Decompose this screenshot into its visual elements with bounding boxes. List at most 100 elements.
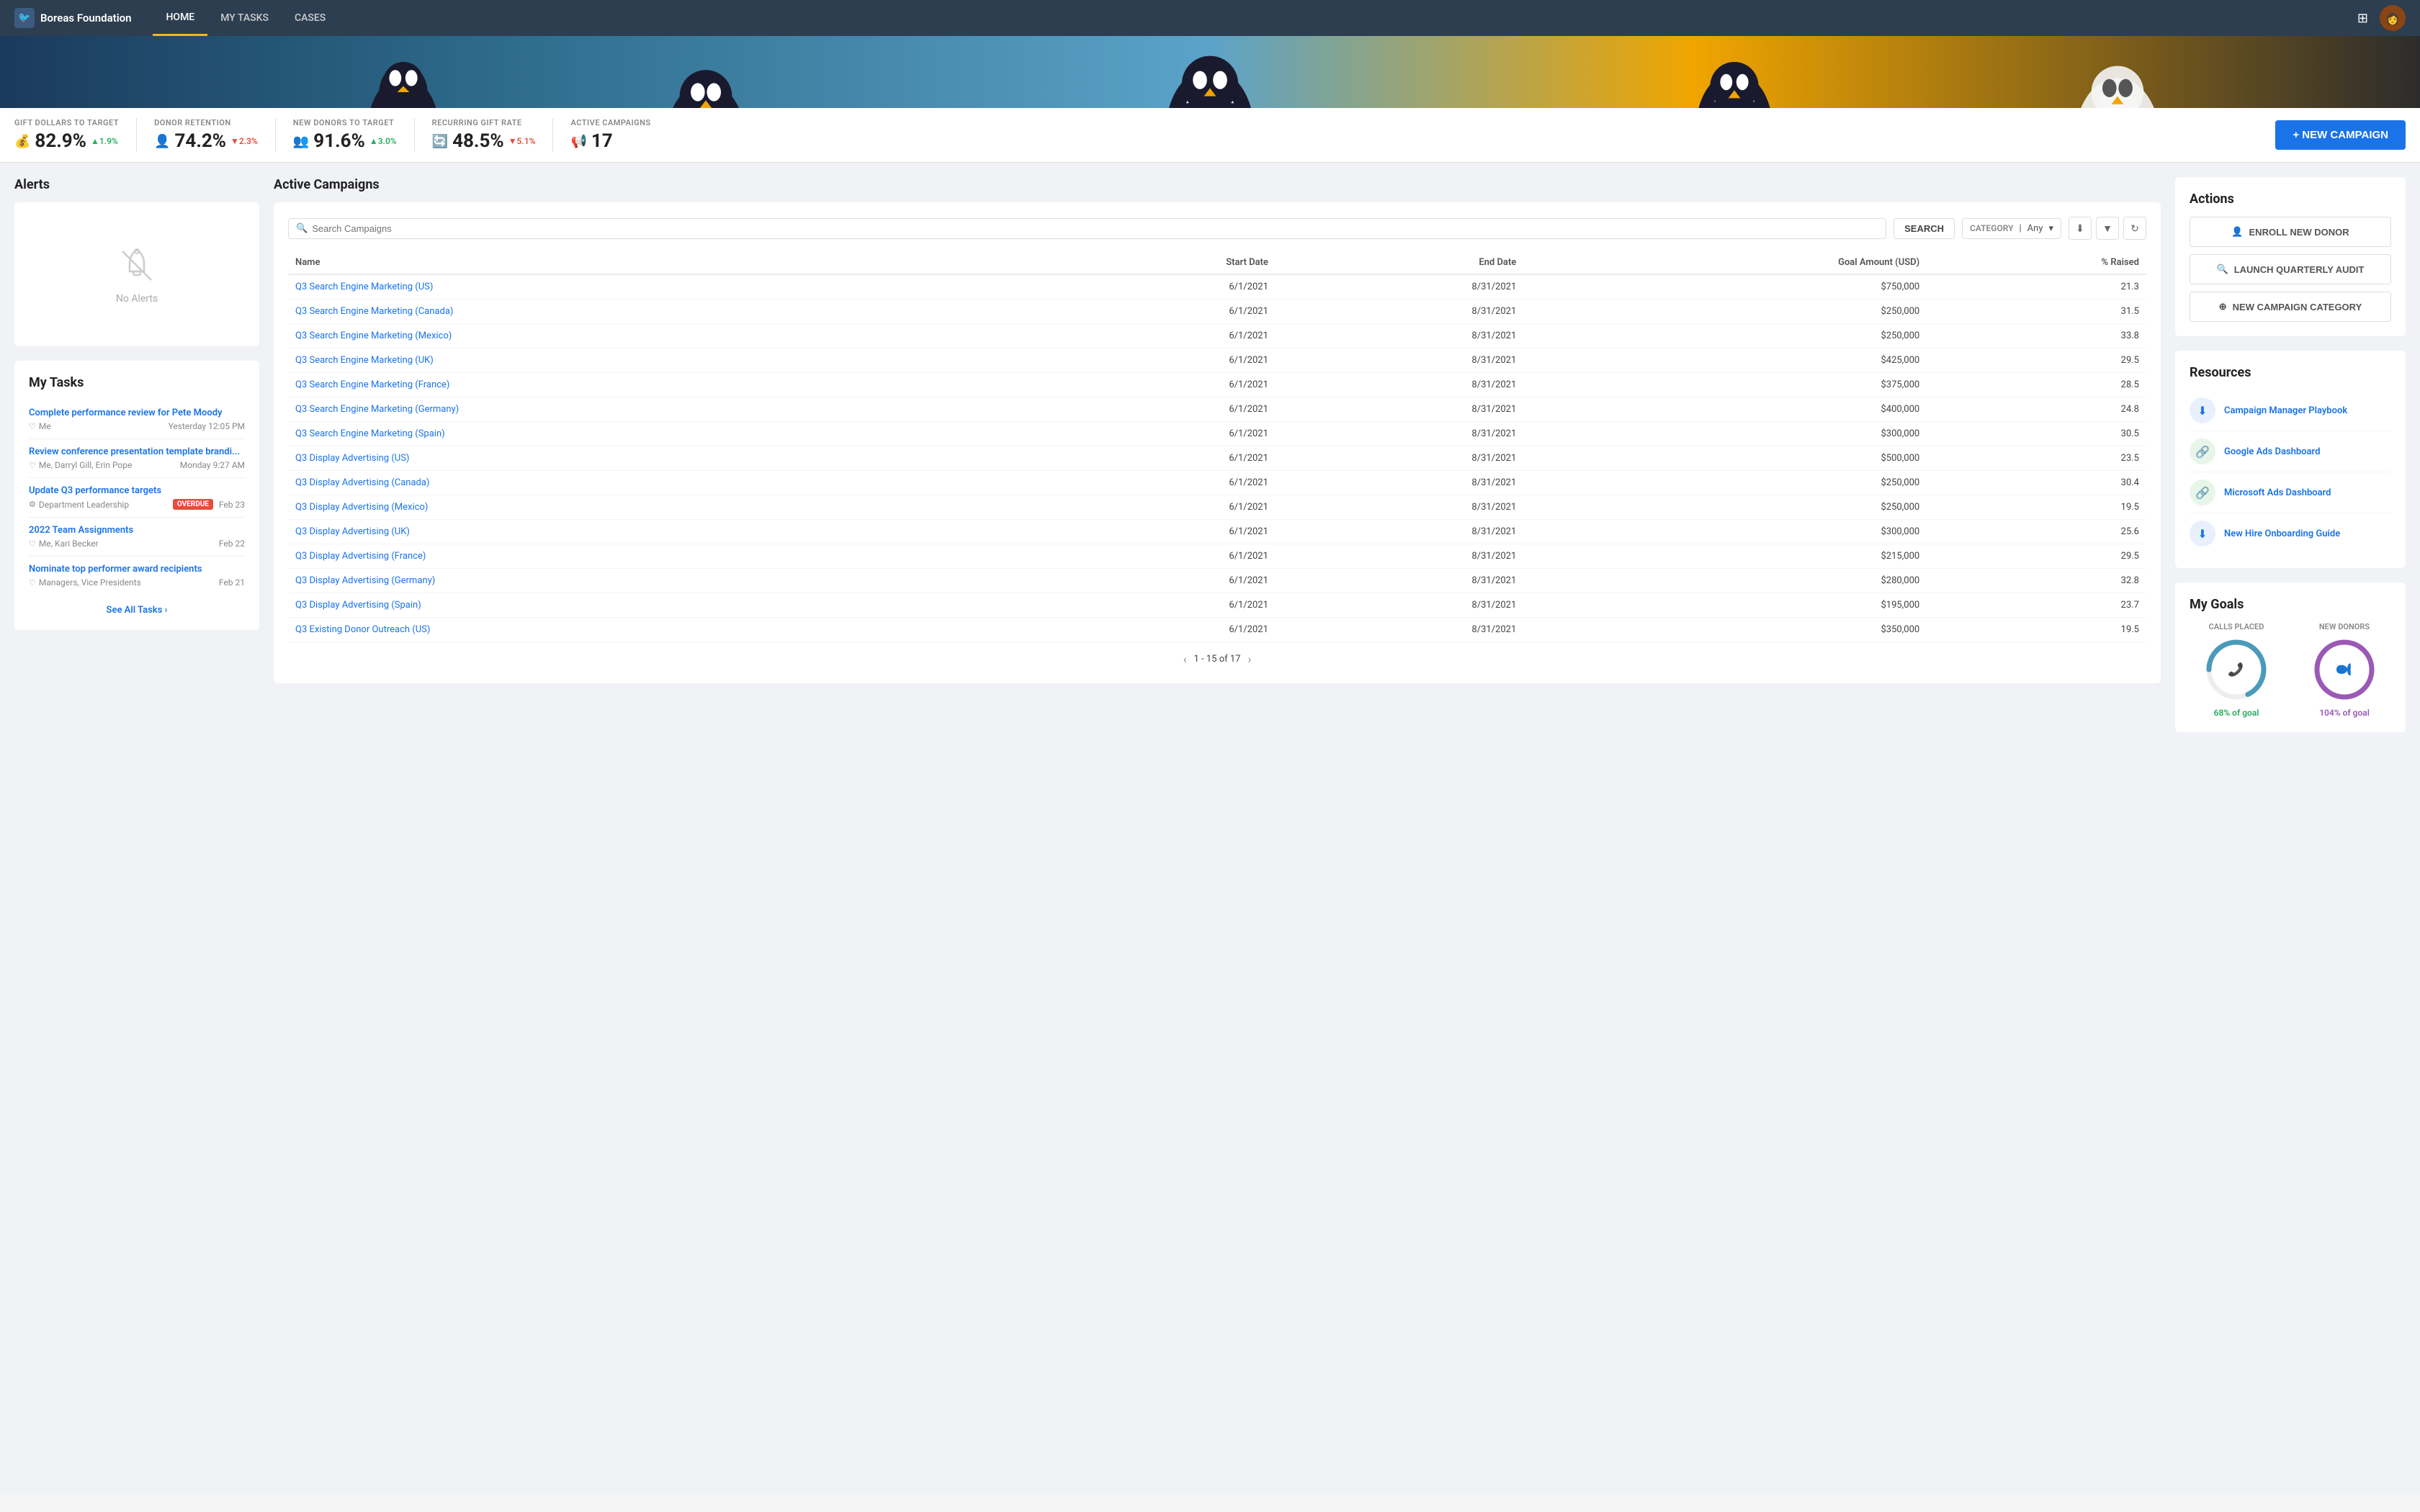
resource-link[interactable]: Google Ads Dashboard xyxy=(2224,446,2320,457)
table-row[interactable]: Q3 Search Engine Marketing (UK) 6/1/2021… xyxy=(288,348,2146,373)
campaign-goal: $400,000 xyxy=(1523,397,1927,422)
action-button[interactable]: ⊕NEW CAMPAIGN CATEGORY xyxy=(2190,292,2391,322)
resource-item[interactable]: ⬇ New Hire Onboarding Guide xyxy=(2190,513,2391,554)
stat-gift-label: GIFT DOLLARS TO TARGET xyxy=(14,118,119,127)
campaign-name[interactable]: Q3 Display Advertising (UK) xyxy=(288,520,1037,544)
campaign-name[interactable]: Q3 Search Engine Marketing (France) xyxy=(288,373,1037,397)
refresh-button[interactable]: ↻ xyxy=(2123,217,2146,240)
task-item[interactable]: Nominate top performer award recipients … xyxy=(29,557,245,595)
task-item[interactable]: 2022 Team Assignments ♡ Me, Kari Becker … xyxy=(29,518,245,557)
campaign-raised: 23.5 xyxy=(1927,446,2146,471)
table-row[interactable]: Q3 Existing Donor Outreach (US) 6/1/2021… xyxy=(288,618,2146,642)
table-row[interactable]: Q3 Search Engine Marketing (US) 6/1/2021… xyxy=(288,274,2146,300)
campaign-name[interactable]: Q3 Search Engine Marketing (Canada) xyxy=(288,300,1037,324)
task-item[interactable]: Complete performance review for Pete Moo… xyxy=(29,400,245,439)
table-row[interactable]: Q3 Search Engine Marketing (Mexico) 6/1/… xyxy=(288,324,2146,348)
assignee-text: Managers, Vice Presidents xyxy=(39,577,141,588)
resource-link[interactable]: Microsoft Ads Dashboard xyxy=(2224,487,2331,498)
filter-button[interactable]: ▼ xyxy=(2096,217,2119,240)
task-meta: ♡ Managers, Vice Presidents Feb 21 xyxy=(29,577,245,588)
campaign-name[interactable]: Q3 Search Engine Marketing (UK) xyxy=(288,348,1037,373)
avatar[interactable]: 👩 xyxy=(2380,5,2406,31)
campaign-goal: $300,000 xyxy=(1523,520,1927,544)
campaign-name[interactable]: Q3 Search Engine Marketing (US) xyxy=(288,274,1037,300)
campaign-start: 6/1/2021 xyxy=(1037,618,1276,642)
campaign-start: 6/1/2021 xyxy=(1037,324,1276,348)
next-page-button[interactable]: › xyxy=(1247,652,1251,666)
table-col-header: Name xyxy=(288,251,1037,274)
category-filter[interactable]: CATEGORY | Any ▾ xyxy=(1962,218,2061,239)
campaign-raised: 33.8 xyxy=(1927,324,2146,348)
table-row[interactable]: Q3 Search Engine Marketing (Germany) 6/1… xyxy=(288,397,2146,422)
tasks-list: Complete performance review for Pete Moo… xyxy=(29,400,245,595)
resource-item[interactable]: 🔗 Google Ads Dashboard xyxy=(2190,431,2391,472)
table-row[interactable]: Q3 Search Engine Marketing (Spain) 6/1/2… xyxy=(288,422,2146,446)
action-buttons: 👤ENROLL NEW DONOR 🔍LAUNCH QUARTERLY AUDIT… xyxy=(2190,217,2391,322)
see-all-tasks-link[interactable]: See All Tasks › xyxy=(29,605,245,616)
search-button[interactable]: SEARCH xyxy=(1894,218,1955,239)
campaigns-title: Active Campaigns xyxy=(274,177,2161,192)
table-row[interactable]: Q3 Search Engine Marketing (France) 6/1/… xyxy=(288,373,2146,397)
search-input[interactable] xyxy=(312,223,1878,234)
grid-icon[interactable]: ⊞ xyxy=(2357,11,2368,26)
campaign-end: 8/31/2021 xyxy=(1276,544,1523,569)
table-body: Q3 Search Engine Marketing (US) 6/1/2021… xyxy=(288,274,2146,642)
assignee-icon: ♡ xyxy=(29,461,36,470)
table-row[interactable]: Q3 Display Advertising (UK) 6/1/2021 8/3… xyxy=(288,520,2146,544)
table-row[interactable]: Q3 Display Advertising (Canada) 6/1/2021… xyxy=(288,471,2146,495)
table-row[interactable]: Q3 Display Advertising (Mexico) 6/1/2021… xyxy=(288,495,2146,520)
task-meta: ⚙ Department Leadership OVERDUE Feb 23 xyxy=(29,499,245,510)
goal-circle: 📞 xyxy=(2204,637,2269,702)
assignee-text: Me xyxy=(39,421,51,431)
task-meta: ♡ Me, Kari Becker Feb 22 xyxy=(29,539,245,549)
table-row[interactable]: Q3 Search Engine Marketing (Canada) 6/1/… xyxy=(288,300,2146,324)
table-row[interactable]: Q3 Display Advertising (Spain) 6/1/2021 … xyxy=(288,593,2146,618)
stat-retention-change: ▼2.3% xyxy=(230,136,258,146)
stat-active-value: 17 xyxy=(591,130,613,152)
campaign-goal: $250,000 xyxy=(1523,495,1927,520)
action-icon: 🔍 xyxy=(2217,264,2228,275)
resource-link[interactable]: New Hire Onboarding Guide xyxy=(2224,528,2340,539)
campaign-end: 8/31/2021 xyxy=(1276,495,1523,520)
task-assignee: ♡ Me xyxy=(29,421,51,431)
campaign-goal: $375,000 xyxy=(1523,373,1927,397)
campaign-name[interactable]: Q3 Search Engine Marketing (Germany) xyxy=(288,397,1037,422)
resource-icon: 🔗 xyxy=(2190,438,2215,464)
prev-page-button[interactable]: ‹ xyxy=(1183,652,1187,666)
campaign-raised: 30.4 xyxy=(1927,471,2146,495)
new-campaign-button[interactable]: + NEW CAMPAIGN xyxy=(2275,120,2406,150)
campaign-name[interactable]: Q3 Display Advertising (Germany) xyxy=(288,569,1037,593)
action-button[interactable]: 🔍LAUNCH QUARTERLY AUDIT xyxy=(2190,254,2391,284)
nav-my-tasks[interactable]: MY TASKS xyxy=(207,0,282,36)
nav-cases[interactable]: CASES xyxy=(282,0,339,36)
campaign-name[interactable]: Q3 Display Advertising (Canada) xyxy=(288,471,1037,495)
table-row[interactable]: Q3 Display Advertising (France) 6/1/2021… xyxy=(288,544,2146,569)
middle-column: Active Campaigns 🔍 SEARCH CATEGORY | Any… xyxy=(274,177,2161,1480)
campaign-raised: 32.8 xyxy=(1927,569,2146,593)
resource-item[interactable]: 🔗 Microsoft Ads Dashboard xyxy=(2190,472,2391,513)
campaign-name[interactable]: Q3 Display Advertising (Spain) xyxy=(288,593,1037,618)
resource-item[interactable]: ⬇ Campaign Manager Playbook xyxy=(2190,390,2391,431)
stat-donor-retention: DONOR RETENTION 👤 74.2% ▼2.3% xyxy=(137,118,276,152)
nav-home[interactable]: HOME xyxy=(153,0,207,36)
table-row[interactable]: Q3 Display Advertising (US) 6/1/2021 8/3… xyxy=(288,446,2146,471)
action-button[interactable]: 👤ENROLL NEW DONOR xyxy=(2190,217,2391,247)
campaign-start: 6/1/2021 xyxy=(1037,446,1276,471)
campaign-name[interactable]: Q3 Search Engine Marketing (Mexico) xyxy=(288,324,1037,348)
campaign-end: 8/31/2021 xyxy=(1276,569,1523,593)
campaign-name[interactable]: Q3 Search Engine Marketing (Spain) xyxy=(288,422,1037,446)
campaign-name[interactable]: Q3 Display Advertising (US) xyxy=(288,446,1037,471)
campaign-name[interactable]: Q3 Display Advertising (France) xyxy=(288,544,1037,569)
goal-label: CALLS PLACED xyxy=(2209,622,2264,631)
task-item[interactable]: Update Q3 performance targets ⚙ Departme… xyxy=(29,478,245,518)
logo: 🐦 Boreas Foundation xyxy=(14,8,131,28)
campaign-end: 8/31/2021 xyxy=(1276,324,1523,348)
campaign-name[interactable]: Q3 Display Advertising (Mexico) xyxy=(288,495,1037,520)
campaign-name[interactable]: Q3 Existing Donor Outreach (US) xyxy=(288,618,1037,642)
campaign-start: 6/1/2021 xyxy=(1037,348,1276,373)
task-item[interactable]: Review conference presentation template … xyxy=(29,439,245,478)
resource-link[interactable]: Campaign Manager Playbook xyxy=(2224,405,2347,416)
table-row[interactable]: Q3 Display Advertising (Germany) 6/1/202… xyxy=(288,569,2146,593)
download-button[interactable]: ⬇ xyxy=(2069,217,2092,240)
goals-row: CALLS PLACED 📞 68% of goal NEW DONORS 👤 … xyxy=(2190,622,2391,718)
